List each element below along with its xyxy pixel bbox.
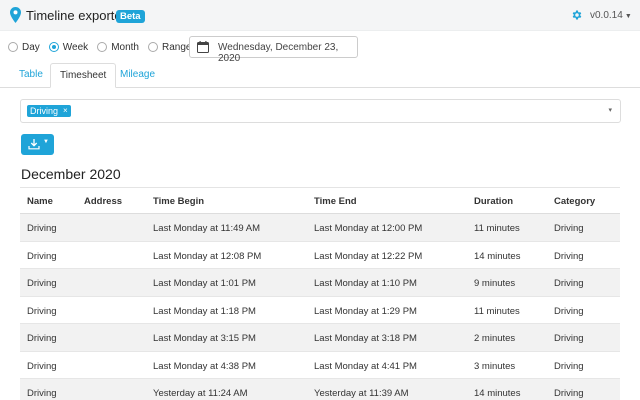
cell-duration: 3 minutes: [474, 360, 516, 372]
radio-label: Week: [62, 41, 89, 53]
cell-duration: 14 minutes: [474, 388, 521, 399]
radio-day[interactable]: Day: [8, 42, 40, 53]
radio-month[interactable]: Month: [97, 42, 139, 53]
app-title: Timeline exporter: [26, 8, 126, 23]
col-header[interactable]: Name: [27, 196, 53, 207]
table-row[interactable]: Driving Yesterday at 11:24 AM Yesterday at…: [20, 379, 620, 400]
cell-duration: 9 minutes: [474, 278, 516, 289]
cell-duration: 11 minutes: [474, 305, 520, 317]
cell-time-end: Last Monday at 4:41 PM: [314, 360, 417, 372]
table-row[interactable]: Driving Last Monday at 12:08 PM Last Monda…: [20, 242, 620, 269]
remove-chip-icon[interactable]: ×: [63, 105, 68, 117]
radio-dot[interactable]: [147, 42, 158, 52]
calendar-icon: [197, 41, 209, 53]
cell-time-end: Last Monday at 1:29 PM: [314, 305, 417, 317]
table-row[interactable]: Driving Last Monday at 3:15 PM Last Monday…: [20, 324, 620, 352]
cell-time-end: Last Monday at 12:00 PM: [314, 223, 423, 234]
tab-table[interactable]: Table: [10, 63, 52, 88]
download-button[interactable]: ▼: [21, 134, 54, 155]
table-row[interactable]: Driving Last Monday at 1:18 PM Last Monday…: [20, 297, 620, 324]
filter-chip: Driving ×: [27, 105, 71, 117]
version-label: v0.0.14: [590, 10, 623, 21]
radio-range[interactable]: Range: [147, 41, 192, 53]
cell-category: Driving: [554, 223, 584, 234]
tab-mileage[interactable]: Mileage: [111, 63, 164, 88]
gear-icon[interactable]: [571, 9, 583, 21]
radio-label: Day: [22, 41, 40, 53]
radio-label: Range: [161, 41, 192, 53]
cell-time-begin: Last Monday at 4:38 PM: [153, 360, 256, 372]
section-title: December 2020: [21, 166, 121, 182]
cell-category: Driving: [554, 333, 584, 344]
cell-time-end: Last Monday at 12:22 PM: [314, 250, 423, 262]
table-row[interactable]: Driving Last Monday at 1:01 PM Last Monday…: [20, 269, 620, 297]
date-picker[interactable]: Wednesday, December 23, 2020: [189, 36, 358, 64]
app-header: Timeline exporter Beta v0.0.14 ▼: [0, 0, 640, 31]
cell-duration: 11 minutes: [474, 223, 520, 234]
cell-time-begin: Last Monday at 1:01 PM: [153, 278, 256, 289]
version-caret-icon: ▼: [624, 13, 632, 20]
download-caret-icon: ▼: [43, 139, 49, 145]
cell-category: Driving: [554, 250, 584, 262]
range-selector: Day Week Month Range: [8, 37, 200, 57]
tab-timesheet[interactable]: Timesheet: [50, 63, 117, 88]
col-header[interactable]: Category: [554, 196, 595, 207]
table-row[interactable]: Driving Last Monday at 4:38 PM Last Monday…: [20, 352, 620, 379]
cell-time-end: Last Monday at 3:18 PM: [314, 333, 417, 344]
cell-time-begin: Last Monday at 1:18 PM: [153, 305, 256, 317]
col-header[interactable]: Duration: [474, 196, 513, 207]
cell-time-end: Last Monday at 1:10 PM: [314, 278, 417, 289]
filter-chip-label: Driving: [30, 106, 59, 116]
table-row[interactable]: Driving Last Monday at 11:49 AM Last Monda…: [20, 214, 620, 242]
cell-name: Driving: [27, 360, 57, 372]
cell-name: Driving: [27, 333, 57, 344]
col-header[interactable]: Address: [84, 196, 122, 207]
cell-name: Driving: [27, 305, 57, 317]
col-header[interactable]: Time Begin: [153, 196, 204, 207]
radio-dot[interactable]: [97, 42, 108, 52]
cell-time-begin: Last Monday at 3:15 PM: [153, 333, 256, 344]
cell-duration: 14 minutes: [474, 250, 521, 262]
beta-badge: Beta: [116, 10, 145, 23]
table-body: Driving Last Monday at 11:49 AM Last Monda…: [20, 214, 620, 400]
category-filter[interactable]: Driving × ▾: [20, 99, 621, 123]
cell-category: Driving: [554, 278, 584, 289]
chevron-down-icon[interactable]: ▾: [608, 106, 612, 114]
cell-category: Driving: [554, 305, 584, 317]
radio-dot[interactable]: [8, 42, 18, 52]
cell-duration: 2 minutes: [474, 333, 516, 344]
cell-category: Driving: [554, 388, 584, 399]
radio-week[interactable]: Week: [48, 41, 89, 53]
radio-dot[interactable]: [48, 42, 59, 52]
col-header[interactable]: Time End: [314, 196, 357, 207]
table-header: Name Address Time Begin Time End Duratio…: [20, 187, 620, 214]
cell-time-begin: Last Monday at 12:08 PM: [153, 250, 262, 262]
date-value: Wednesday, December 23, 2020: [218, 42, 339, 64]
cell-name: Driving: [27, 223, 57, 234]
timesheet-table: Name Address Time Begin Time End Duratio…: [20, 187, 620, 400]
cell-time-begin: Last Monday at 11:49 AM: [153, 223, 261, 234]
cell-time-begin: Yesterday at 11:24 AM: [153, 388, 248, 399]
tab-bar: Table Timesheet Mileage: [0, 63, 640, 88]
map-pin-icon: [10, 7, 21, 23]
cell-name: Driving: [27, 250, 57, 262]
download-icon: [28, 139, 40, 150]
version-dropdown[interactable]: v0.0.14 ▼: [590, 10, 632, 21]
cell-category: Driving: [554, 360, 584, 372]
cell-name: Driving: [27, 388, 57, 399]
cell-time-end: Yesterday at 11:39 AM: [314, 388, 409, 399]
radio-label: Month: [111, 41, 139, 53]
cell-name: Driving: [27, 278, 57, 289]
